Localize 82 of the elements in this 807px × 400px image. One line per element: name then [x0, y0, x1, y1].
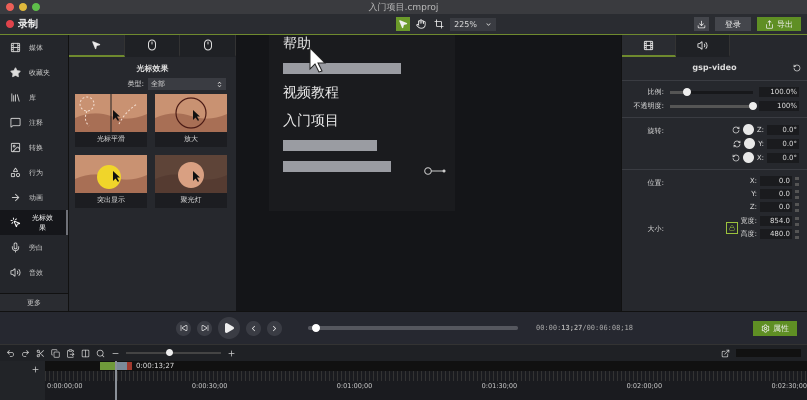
effect-thumbnail [75, 94, 147, 132]
preview-text: 入门项目 [283, 112, 340, 130]
undo-icon[interactable] [6, 348, 15, 358]
reset-icon[interactable] [793, 64, 801, 72]
progress-thumb[interactable] [312, 324, 320, 332]
rotate-icon [732, 154, 740, 162]
chevron-right-icon [270, 324, 279, 332]
maximize-dot[interactable] [32, 3, 40, 11]
speaker-icon [10, 267, 21, 278]
window-title: 入门项目.cmproj [368, 2, 440, 14]
film-icon [643, 40, 654, 50]
export-button[interactable]: 导出 [757, 17, 801, 31]
books-icon [10, 92, 21, 103]
previous-button[interactable] [246, 320, 261, 336]
rotation-knob[interactable] [742, 124, 754, 135]
skip-forward-icon [200, 324, 208, 332]
slider-thumb[interactable] [682, 88, 691, 96]
next-button[interactable] [267, 320, 282, 336]
share-icon [765, 20, 774, 28]
download-icon [697, 20, 706, 28]
plus-icon[interactable] [31, 365, 40, 374]
rotation-knob[interactable] [742, 152, 754, 163]
effect-thumbnail [75, 155, 147, 193]
film-tab[interactable] [622, 35, 676, 57]
slider-thumb[interactable] [749, 102, 757, 110]
chevron-down-icon [484, 20, 492, 28]
effect-thumbnail [155, 94, 227, 132]
connector-icon [424, 167, 446, 175]
cut-icon[interactable] [36, 348, 45, 358]
copy-icon[interactable] [51, 348, 60, 358]
redo-icon[interactable] [21, 348, 30, 358]
record-button[interactable]: 录制 [6, 17, 38, 31]
mouse-icon [202, 39, 214, 51]
hand-icon [416, 19, 426, 29]
pointer-icon [309, 47, 327, 73]
rotation-knob[interactable] [744, 138, 756, 149]
skip-back-icon [180, 324, 188, 332]
progress-track[interactable] [308, 326, 518, 330]
speech-bubble-icon [10, 117, 21, 128]
play-icon [223, 322, 235, 334]
step-forward-button[interactable] [197, 320, 212, 336]
pointer-tab[interactable] [69, 35, 125, 57]
range-end-marker[interactable] [127, 362, 132, 370]
split-icon[interactable] [81, 348, 90, 358]
crop-icon [434, 19, 444, 29]
zoom-thumb[interactable] [166, 349, 173, 356]
mouse-icon [146, 39, 158, 51]
login-button[interactable]: 登录 [715, 17, 751, 31]
film-icon [10, 42, 21, 53]
lock-icon[interactable] [726, 222, 738, 234]
search-icon[interactable] [96, 348, 105, 358]
detach-icon[interactable] [721, 348, 730, 358]
pointer-tool[interactable] [396, 17, 410, 31]
rotate-icon [733, 140, 742, 148]
download-button[interactable] [694, 17, 709, 31]
paste-icon[interactable] [66, 348, 75, 358]
speaker-icon [697, 40, 708, 50]
pointer-icon [91, 40, 102, 50]
chevron-left-icon [249, 324, 258, 332]
plus-icon[interactable] [227, 348, 236, 358]
pointer-click-icon [10, 217, 21, 228]
pointer-icon [398, 19, 408, 29]
star-icon [10, 67, 21, 78]
clip-title: gsp-video [692, 63, 737, 72]
rotate-icon [732, 126, 740, 134]
zoom-dropdown[interactable]: 225% [450, 18, 496, 30]
step-back-button[interactable] [176, 320, 191, 336]
hand-tool[interactable] [414, 17, 428, 31]
effect-thumbnail [155, 155, 227, 193]
preview-text: 帮助 [283, 35, 312, 53]
shapes-icon [10, 167, 21, 178]
crop-tool[interactable] [432, 17, 446, 31]
updown-icon [216, 80, 223, 88]
gear-icon [761, 324, 770, 332]
arrow-icon [10, 192, 21, 203]
close-dot[interactable] [6, 3, 14, 11]
preview-text: 视频教程 [283, 84, 340, 102]
play-button[interactable] [218, 317, 240, 339]
microphone-icon [10, 242, 21, 253]
minimize-dot[interactable] [19, 3, 27, 11]
panel-title: 光标效果 [136, 63, 170, 75]
image-icon [10, 142, 21, 153]
